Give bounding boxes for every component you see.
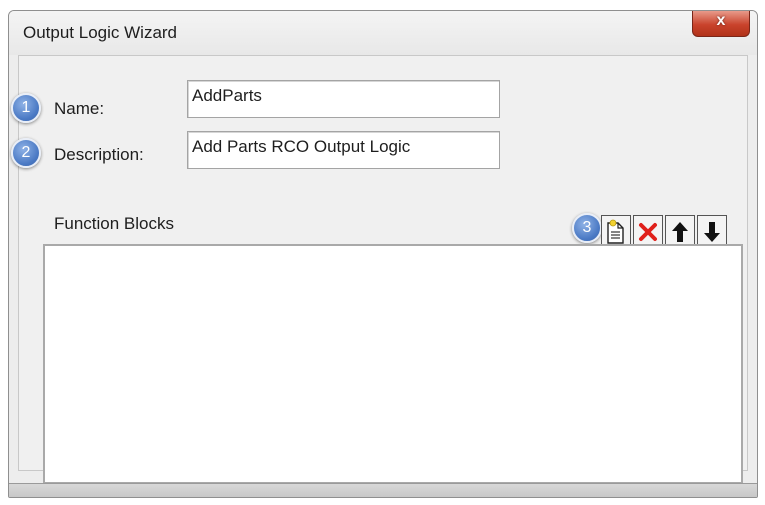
close-icon: x xyxy=(716,12,726,29)
window-title: Output Logic Wizard xyxy=(23,23,178,42)
delete-x-icon xyxy=(639,223,657,241)
arrow-up-icon xyxy=(672,222,688,242)
callout-badge-3: 3 xyxy=(572,213,602,243)
name-label: Name: xyxy=(54,99,105,118)
description-input[interactable]: Add Parts RCO Output Logic xyxy=(187,131,500,169)
title-bar[interactable]: Output Logic Wizard x xyxy=(9,11,757,55)
new-page-icon xyxy=(607,219,624,244)
callout-badge-1: 1 xyxy=(11,93,41,123)
bottom-frame-bar xyxy=(9,483,757,497)
arrow-down-icon xyxy=(704,222,720,242)
description-label: Description: xyxy=(54,145,144,164)
function-blocks-list[interactable] xyxy=(43,244,743,484)
output-logic-wizard-window: Output Logic Wizard x 1 Name: AddParts 2… xyxy=(8,10,758,498)
function-blocks-label: Function Blocks xyxy=(54,214,174,233)
close-button[interactable]: x xyxy=(692,11,750,37)
callout-badge-2: 2 xyxy=(11,138,41,168)
name-input[interactable]: AddParts xyxy=(187,80,500,118)
